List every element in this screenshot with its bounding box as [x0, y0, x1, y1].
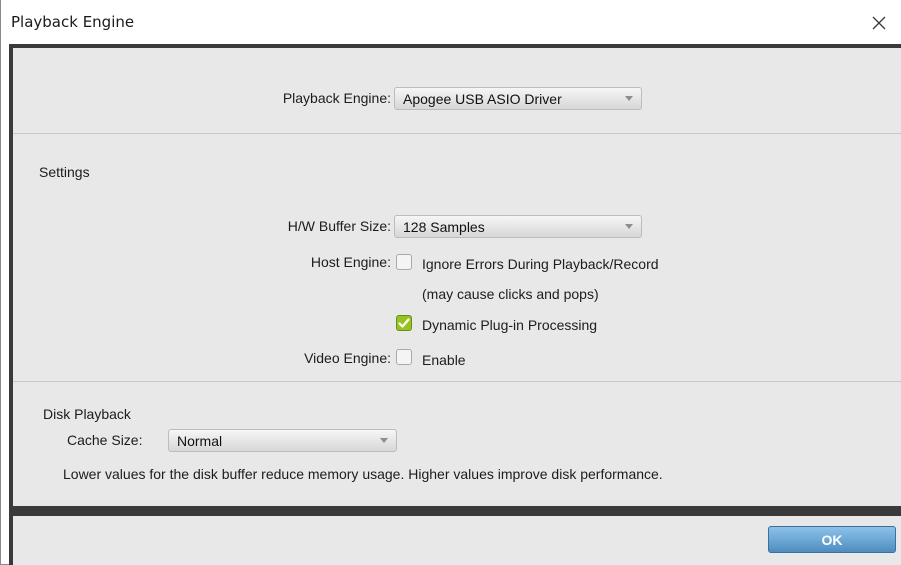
video-enable-label: Enable — [422, 352, 466, 368]
close-glyph — [872, 16, 886, 30]
disk-playback-heading: Disk Playback — [43, 406, 131, 422]
divider-engine — [13, 133, 901, 134]
chevron-down-icon — [625, 96, 633, 101]
cache-size-select[interactable]: Normal — [168, 429, 397, 452]
divider-settings — [13, 381, 901, 382]
disk-buffer-description: Lower values for the disk buffer reduce … — [63, 466, 663, 482]
dynamic-plugin-label: Dynamic Plug-in Processing — [422, 317, 598, 333]
cache-size-value: Normal — [177, 433, 223, 449]
host-engine-label: Host Engine: — [310, 254, 391, 270]
ignore-errors-label: Ignore Errors During Playback/Record — [422, 256, 659, 272]
buffer-size-select[interactable]: 128 Samples — [394, 215, 642, 238]
chevron-down-icon — [625, 224, 633, 229]
playback-engine-value: Apogee USB ASIO Driver — [403, 91, 562, 107]
video-enable-checkbox[interactable] — [396, 349, 412, 365]
buffer-size-label: H/W Buffer Size: — [287, 218, 391, 234]
playback-engine-label: Playback Engine: — [282, 90, 391, 106]
chevron-down-icon — [380, 438, 388, 443]
title-bar: Playback Engine — [1, 0, 901, 44]
close-icon[interactable] — [862, 6, 896, 40]
ok-button[interactable]: OK — [768, 526, 896, 553]
window-title: Playback Engine — [11, 13, 135, 31]
dialog-footer: OK — [13, 516, 901, 565]
playback-engine-select[interactable]: Apogee USB ASIO Driver — [394, 87, 642, 110]
check-icon — [398, 318, 410, 328]
dialog-body: Playback Engine: Apogee USB ASIO Driver … — [9, 44, 901, 565]
video-engine-label: Video Engine: — [304, 350, 391, 366]
dynamic-plugin-checkbox[interactable] — [396, 315, 412, 331]
ignore-errors-checkbox[interactable] — [396, 254, 412, 270]
playback-engine-dialog: Playback Engine Playback Engine: Apogee … — [0, 0, 901, 565]
buffer-size-value: 128 Samples — [403, 219, 485, 235]
cache-size-label: Cache Size: — [67, 432, 143, 448]
settings-heading: Settings — [39, 164, 90, 180]
settings-panel: Playback Engine: Apogee USB ASIO Driver … — [13, 48, 901, 506]
host-engine-note: (may cause clicks and pops) — [422, 286, 599, 302]
